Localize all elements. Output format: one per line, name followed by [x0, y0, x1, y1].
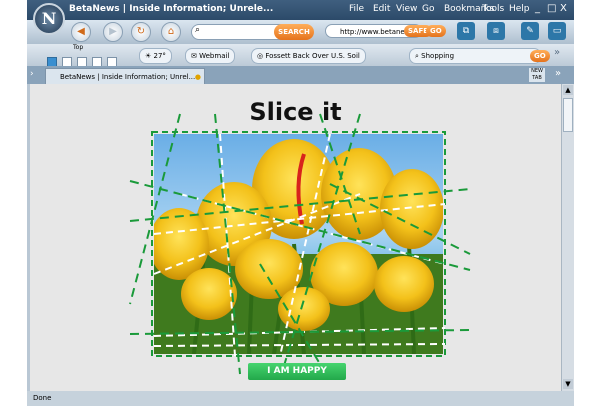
- weather-link[interactable]: ☀ 27°: [139, 48, 172, 64]
- new-tab-button[interactable]: NEW TAB: [529, 68, 545, 82]
- browser-window: BetaNews | Inside Information; Unrele...…: [27, 0, 574, 406]
- status-text: Done: [33, 394, 52, 402]
- address-go-button[interactable]: GO: [426, 25, 446, 37]
- tab-label: BetaNews | Inside Information; Unrel...: [60, 73, 196, 81]
- toolbar-icon-c[interactable]: ✎: [521, 22, 539, 40]
- mail-icon: ✉: [191, 52, 197, 60]
- reload-icon: ↻: [136, 26, 146, 37]
- page-content: Slice it I AM HAPPY: [30, 84, 561, 391]
- window-title: BetaNews | Inside Information; Unrele...: [69, 4, 274, 14]
- link-news[interactable]: ◎ Fossett Back Over U.S. Soil: [251, 48, 366, 64]
- security-icon: ●: [194, 73, 201, 81]
- i-am-happy-button[interactable]: I AM HAPPY: [248, 363, 346, 380]
- temperature: 27°: [153, 52, 166, 60]
- link-shopping[interactable]: ⌕ Shopping: [409, 48, 541, 64]
- menu-file[interactable]: File: [349, 4, 364, 14]
- netscape-logo: N: [33, 3, 65, 35]
- link-news-label: Fossett Back Over U.S. Soil: [265, 52, 360, 60]
- vertical-scrollbar[interactable]: ▲ ▼: [561, 84, 574, 391]
- chevron-right-icon[interactable]: »: [555, 68, 561, 79]
- menu-view[interactable]: View: [396, 4, 417, 14]
- search-icon: ⌕: [415, 52, 419, 60]
- shopping-go-button[interactable]: GO: [530, 50, 550, 62]
- forward-button[interactable]: ▶: [103, 22, 123, 42]
- tab-pager[interactable]: [47, 52, 137, 67]
- slice-overlay: [129, 113, 471, 380]
- link-webmail-label: Webmail: [199, 52, 230, 60]
- top-label: Top: [73, 44, 84, 51]
- reload-button[interactable]: ↻: [131, 22, 151, 42]
- maximize-button[interactable]: □: [547, 3, 556, 14]
- status-bar: Done: [27, 391, 574, 406]
- photo-frame-dashed: [151, 131, 446, 357]
- menu-go[interactable]: Go: [422, 4, 434, 14]
- search-icon: ⌕: [195, 25, 201, 35]
- sun-icon: ☀: [145, 52, 152, 60]
- menu-tools[interactable]: Tools: [482, 4, 504, 14]
- slice-cuts: [153, 133, 446, 357]
- back-arrow-icon: ◀: [77, 26, 85, 37]
- home-icon: ⌂: [167, 26, 175, 37]
- menu-help[interactable]: Help: [509, 4, 530, 14]
- close-button[interactable]: X: [560, 3, 567, 14]
- toolbar-icon-a[interactable]: ⧉: [457, 22, 475, 40]
- scroll-thumb[interactable]: [563, 98, 573, 132]
- link-webmail[interactable]: ✉ Webmail: [185, 48, 236, 64]
- search-button[interactable]: SEARCH: [274, 24, 314, 40]
- toolbar-icon-b[interactable]: ⧈: [487, 22, 505, 40]
- title-bar: BetaNews | Inside Information; Unrele...…: [27, 0, 574, 20]
- home-button[interactable]: ⌂: [161, 22, 181, 42]
- rss-icon: ◎: [257, 52, 264, 60]
- scroll-down-icon[interactable]: ▼: [563, 379, 573, 389]
- link-shopping-label: Shopping: [421, 52, 455, 60]
- scroll-up-icon[interactable]: ▲: [563, 85, 573, 95]
- tab-scroll-icon[interactable]: ›: [30, 69, 34, 79]
- tab-betanews[interactable]: BetaNews | Inside Information; Unrel... …: [45, 68, 205, 84]
- minimize-button[interactable]: _: [535, 3, 540, 14]
- chevron-right-icon[interactable]: »: [554, 47, 560, 58]
- forward-arrow-icon: ▶: [109, 26, 117, 37]
- slice-guides: [129, 113, 471, 380]
- toolbar-icon-d[interactable]: ▭: [548, 22, 566, 40]
- menu-edit[interactable]: Edit: [373, 4, 390, 14]
- back-button[interactable]: ◀: [71, 22, 91, 42]
